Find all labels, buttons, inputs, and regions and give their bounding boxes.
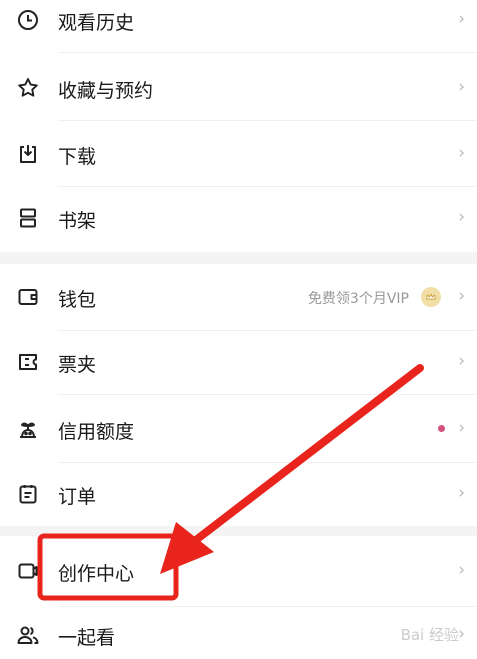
chevron-right-icon: › (458, 418, 465, 438)
divider (58, 394, 477, 395)
chevron-right-icon: › (458, 207, 465, 227)
notification-dot (438, 425, 445, 432)
vip-promo-text: 免费领3个月VIP (307, 291, 409, 307)
watermark: Bai 经验 (400, 626, 459, 644)
menu-item-label: 收藏与预约 (58, 80, 154, 102)
menu-item-download[interactable]: 下载 › (0, 126, 477, 182)
divider (58, 606, 477, 607)
bookshelf-icon (16, 206, 40, 230)
chevron-right-icon: › (458, 77, 465, 97)
menu-item-label: 订单 (58, 486, 97, 508)
menu-item-wallet[interactable]: 钱包 免费领3个月VIP › (0, 266, 477, 328)
menu-item-orders[interactable]: 订单 › (0, 466, 477, 522)
chevron-right-icon: › (458, 9, 465, 29)
wallet-icon (16, 285, 40, 309)
divider (58, 186, 477, 187)
chevron-right-icon: › (458, 351, 465, 371)
menu-item-ticket-holder[interactable]: 票夹 › (0, 334, 477, 390)
menu-item-label: 下载 (58, 146, 97, 168)
menu-item-label: 信用额度 (58, 421, 135, 443)
divider (58, 462, 477, 463)
download-icon (16, 142, 40, 166)
star-icon (16, 76, 40, 100)
menu-item-label: 观看历史 (58, 12, 135, 34)
clock-icon (16, 8, 40, 32)
menu-item-favorites[interactable]: 收藏与预约 › (0, 60, 477, 116)
menu-item-bookshelf[interactable]: 书架 › (0, 190, 477, 246)
order-icon (16, 482, 40, 506)
menu-item-watch-history[interactable]: 观看历史 › (0, 0, 477, 42)
divider (58, 120, 477, 121)
section-gap (0, 252, 477, 264)
menu-item-creator-center[interactable]: 创作中心 › (0, 540, 477, 602)
chevron-right-icon: › (458, 560, 465, 580)
menu-item-label: 书架 (58, 210, 97, 232)
chevron-right-icon: › (458, 624, 465, 644)
menu-item-label: 一起看 (58, 627, 116, 649)
menu-item-credit-limit[interactable]: 信用额度 › (0, 400, 477, 458)
divider (58, 330, 477, 331)
credit-icon (16, 417, 40, 441)
menu-item-label: 钱包 (58, 289, 97, 311)
creator-icon (16, 559, 40, 583)
menu-item-label: 创作中心 (58, 563, 135, 585)
divider (58, 52, 477, 53)
chevron-right-icon: › (458, 483, 465, 503)
watch-together-icon (16, 623, 40, 647)
chevron-right-icon: › (458, 143, 465, 163)
section-gap (0, 526, 477, 536)
ticket-icon (16, 350, 40, 374)
vip-crown-icon (421, 287, 441, 307)
menu-item-label: 票夹 (58, 354, 97, 376)
chevron-right-icon: › (458, 286, 465, 306)
